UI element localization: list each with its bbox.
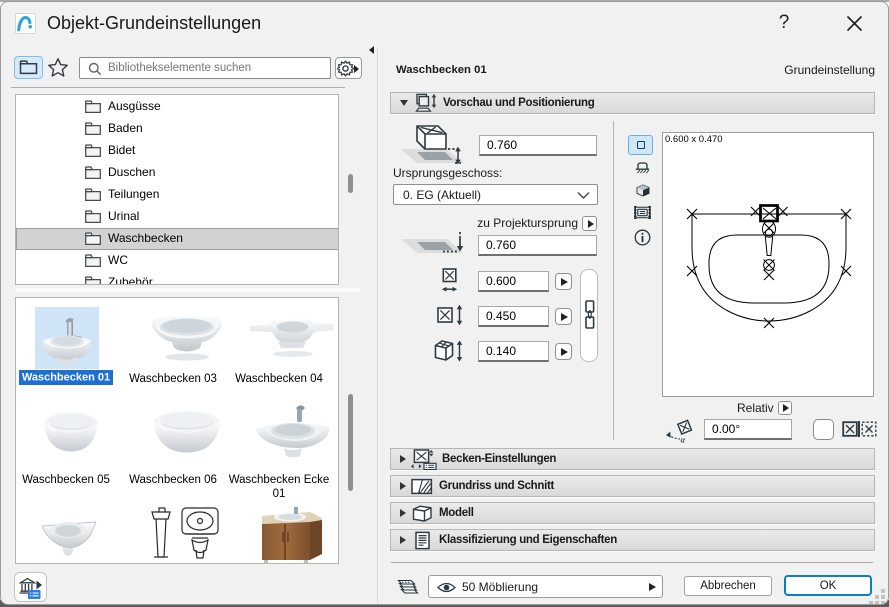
svg-text:α: α: [681, 435, 686, 444]
